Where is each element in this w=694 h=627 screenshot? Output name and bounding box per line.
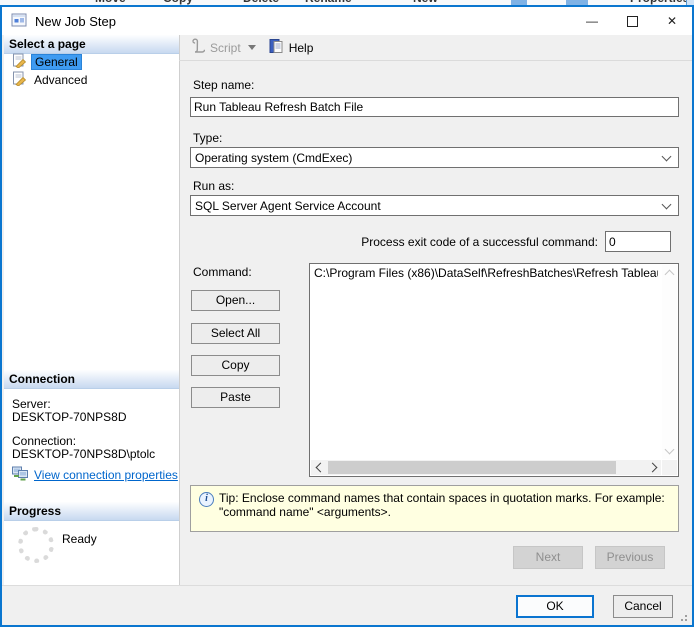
dialog-window-icon — [11, 12, 27, 31]
progress-header: Progress — [4, 502, 179, 521]
scroll-left-arrow[interactable] — [311, 460, 326, 475]
title-bar: New Job Step — ✕ — [2, 7, 692, 35]
progress-status: Ready — [62, 532, 97, 546]
script-button[interactable]: Script — [189, 38, 256, 57]
view-connection-properties-link[interactable]: View connection properties — [12, 466, 178, 484]
connection-label: Connection: — [12, 434, 76, 448]
minimize-button[interactable]: — — [572, 7, 612, 35]
sidebar-item-label: Advanced — [31, 73, 90, 87]
type-dropdown-value: Operating system (CmdExec) — [195, 151, 352, 165]
server-value: DESKTOP-70NPS8D — [12, 410, 127, 424]
run-as-label: Run as: — [193, 179, 234, 193]
scroll-right-arrow[interactable] — [646, 460, 661, 475]
screen: Move Copy Delete Rename New Properties N… — [0, 0, 694, 627]
window-controls: — ✕ — [572, 7, 692, 35]
connection-header: Connection — [4, 370, 179, 389]
type-label: Type: — [193, 131, 222, 145]
info-icon — [199, 492, 214, 507]
cancel-button[interactable]: Cancel — [613, 595, 673, 618]
exit-code-input[interactable] — [605, 231, 671, 252]
tip-line1: Tip: Enclose command names that contain … — [219, 491, 672, 505]
horizontal-scroll-thumb[interactable] — [328, 461, 616, 474]
paste-button[interactable]: Paste — [191, 387, 280, 408]
sidebar-item-general[interactable]: General — [4, 53, 82, 70]
sidebar-item-advanced[interactable]: Advanced — [4, 71, 90, 88]
command-text: C:\Program Files (x86)\DataSelf\RefreshB… — [314, 266, 658, 280]
sidebar-item-label: General — [31, 54, 82, 70]
horizontal-scroll-track[interactable] — [326, 460, 646, 475]
new-job-step-dialog: New Job Step — ✕ Select a page — [0, 5, 694, 627]
maximize-icon — [627, 16, 638, 27]
next-button[interactable]: Next — [513, 546, 583, 569]
command-label: Command: — [193, 265, 252, 279]
toolbar: Script Help — [179, 35, 692, 61]
open-button[interactable]: Open... — [191, 290, 280, 311]
spinner-icon — [18, 527, 54, 563]
tip-line2: "command name" <arguments>. — [219, 505, 672, 519]
server-label: Server: — [12, 397, 51, 411]
ok-button[interactable]: OK — [516, 595, 594, 618]
scroll-icon — [189, 38, 205, 57]
chevron-down-icon — [662, 199, 672, 209]
previous-button[interactable]: Previous — [595, 546, 665, 569]
script-label: Script — [210, 41, 241, 55]
exit-code-label: Process exit code of a successful comman… — [190, 235, 598, 249]
step-name-label: Step name: — [193, 78, 254, 92]
scrollbar-corner — [662, 460, 677, 475]
dialog-title: New Job Step — [35, 14, 116, 29]
select-all-button[interactable]: Select All — [191, 323, 280, 344]
run-as-dropdown[interactable]: SQL Server Agent Service Account — [190, 195, 679, 216]
footer-separator — [2, 585, 692, 586]
vertical-scrollbar[interactable] — [662, 265, 677, 459]
chevron-down-icon — [662, 151, 672, 161]
chevron-down-icon — [248, 45, 256, 50]
step-name-input[interactable] — [190, 97, 679, 117]
scroll-down-icon — [665, 445, 675, 455]
type-dropdown[interactable]: Operating system (CmdExec) — [190, 147, 679, 168]
close-button[interactable]: ✕ — [652, 7, 692, 35]
command-textbox[interactable]: C:\Program Files (x86)\DataSelf\RefreshB… — [309, 263, 679, 477]
connection-value: DESKTOP-70NPS8D\ptolc — [12, 447, 155, 461]
scroll-right-icon — [647, 463, 657, 473]
page-pencil-icon — [12, 53, 27, 71]
help-book-icon — [268, 38, 284, 57]
tip-box: Tip: Enclose command names that contain … — [190, 485, 679, 532]
horizontal-scrollbar[interactable] — [311, 460, 661, 475]
maximize-button[interactable] — [612, 7, 652, 35]
sidebar: Select a page General — [4, 35, 180, 585]
help-button[interactable]: Help — [268, 38, 314, 57]
run-as-dropdown-value: SQL Server Agent Service Account — [195, 199, 381, 213]
page-pencil-icon — [12, 71, 27, 89]
computers-icon — [12, 466, 29, 484]
scroll-left-icon — [315, 463, 325, 473]
help-label: Help — [289, 41, 314, 55]
resize-grip[interactable] — [677, 611, 687, 621]
link-label: View connection properties — [34, 468, 178, 482]
select-a-page-header: Select a page — [4, 35, 179, 54]
copy-button[interactable]: Copy — [191, 355, 280, 376]
scroll-up-icon — [665, 270, 675, 280]
